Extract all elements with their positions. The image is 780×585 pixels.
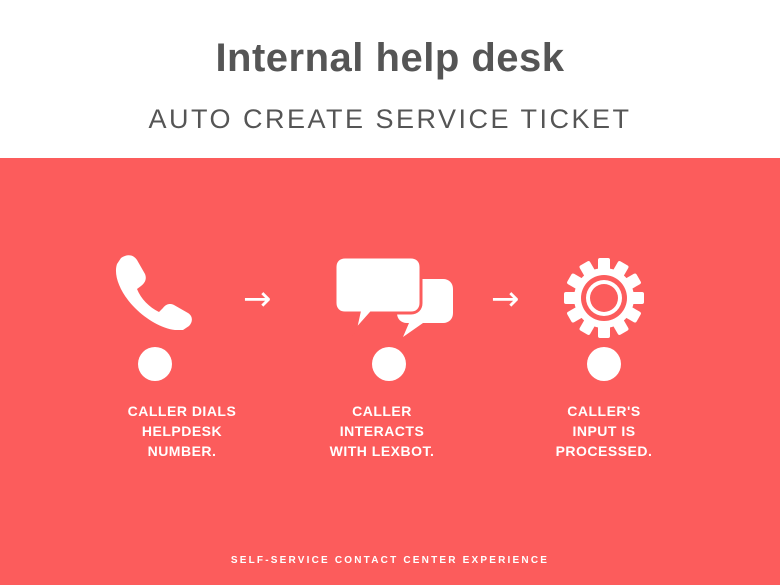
footer-tagline: SELF-SERVICE CONTACT CENTER EXPERIENCE — [230, 555, 550, 566]
step-2-label: CALLER INTERACTS WITH LEXBOT. — [329, 403, 435, 459]
step-1-dot — [138, 347, 172, 381]
page-subtitle: AUTO CREATE SERVICE TICKET — [148, 104, 632, 134]
step-1-label: CALLER DIALS HELPDESK NUMBER. — [127, 403, 237, 459]
arrow-2: → — [491, 279, 520, 319]
gear-icon — [564, 258, 644, 338]
chat-bubbles-icon — [335, 257, 453, 337]
header: Internal help desk AUTO CREATE SERVICE T… — [0, 0, 780, 158]
arrow-1: → — [243, 279, 272, 319]
step-2-dot — [372, 347, 406, 381]
step-3-label: CALLER'S INPUT IS PROCESSED. — [555, 403, 653, 459]
phone-icon — [116, 255, 192, 330]
page-title: Internal help desk — [215, 36, 565, 80]
step-3-dot — [587, 347, 621, 381]
